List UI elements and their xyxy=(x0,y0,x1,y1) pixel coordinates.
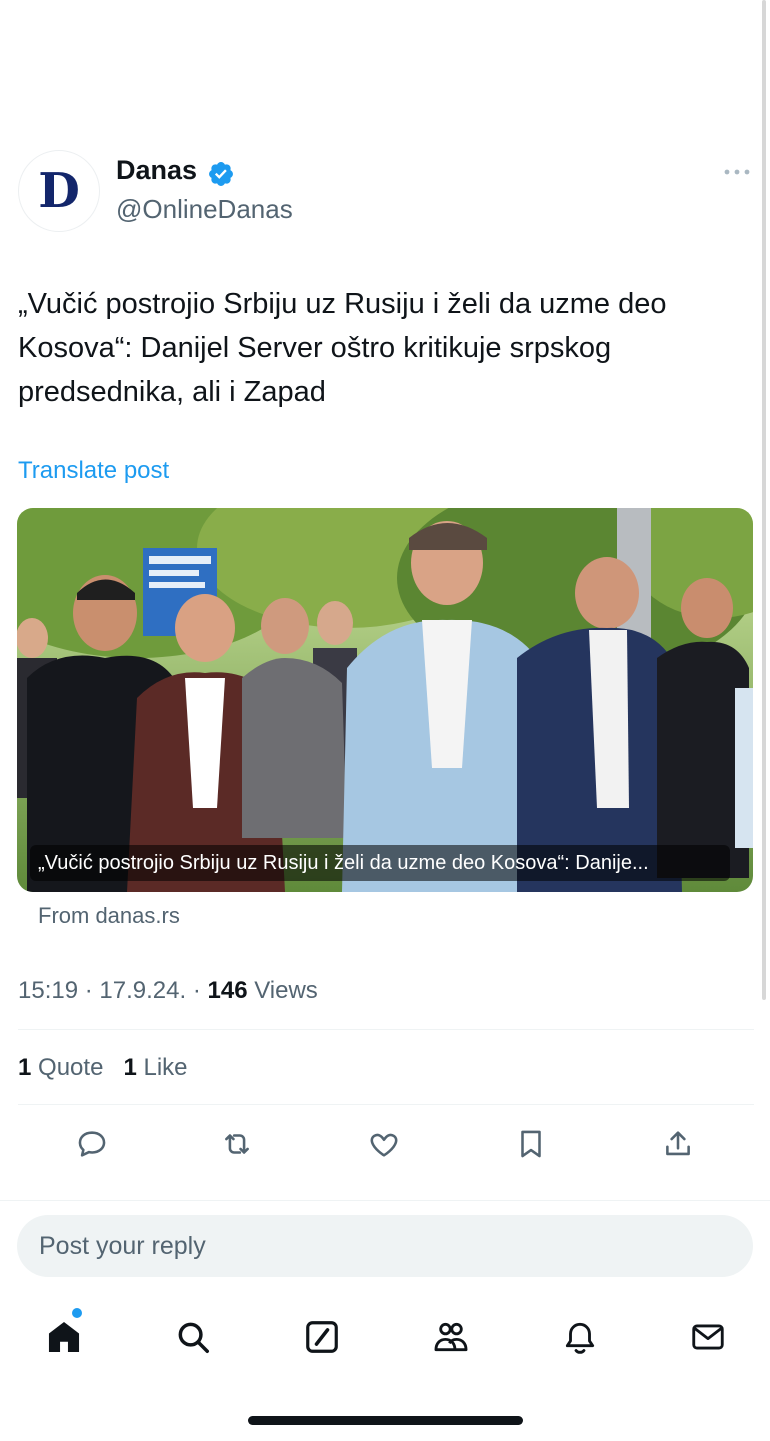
home-indicator[interactable] xyxy=(248,1416,523,1425)
meta-separator: · xyxy=(192,977,208,1004)
nav-grok[interactable] xyxy=(300,1315,344,1359)
reply-button[interactable] xyxy=(72,1124,112,1164)
views-count: 146 xyxy=(207,977,248,1004)
divider xyxy=(18,1104,754,1105)
tweet-date[interactable]: 17.9.24. xyxy=(99,977,186,1004)
messages-icon xyxy=(692,1324,724,1350)
tweet-meta: 15:19 · 17.9.24. · 146 Views xyxy=(18,977,318,1005)
nav-notifications[interactable] xyxy=(558,1315,602,1359)
nav-messages[interactable] xyxy=(686,1315,730,1359)
like-icon xyxy=(370,1133,398,1157)
nav-communities[interactable] xyxy=(429,1315,473,1359)
bookmark-button[interactable] xyxy=(511,1124,551,1164)
engagement-stats: 1 Quote 1 Like xyxy=(18,1054,188,1082)
notifications-icon xyxy=(565,1322,595,1354)
meta-separator: · xyxy=(84,977,100,1004)
link-card-caption: „Vučić postrojio Srbiju uz Rusiju i želi… xyxy=(30,845,730,881)
like-count: 1 xyxy=(123,1054,137,1081)
tweet-text: „Vučić postrojio Srbiju uz Rusiju i želi… xyxy=(18,288,667,408)
repost-button[interactable] xyxy=(217,1124,257,1164)
views-label: Views xyxy=(254,977,318,1004)
nav-search[interactable] xyxy=(171,1315,215,1359)
share-button[interactable] xyxy=(658,1124,698,1164)
display-name[interactable]: Danas xyxy=(116,155,197,186)
like-label: Like xyxy=(143,1054,188,1081)
reply-icon xyxy=(78,1131,106,1157)
handle[interactable]: @OnlineDanas xyxy=(116,194,293,225)
avatar-logo: D xyxy=(38,163,80,219)
grok-icon xyxy=(306,1321,338,1353)
translate-post-link[interactable]: Translate post xyxy=(18,457,169,485)
more-options-icon[interactable] xyxy=(722,160,752,184)
notification-dot xyxy=(72,1308,82,1318)
bookmark-icon xyxy=(521,1130,541,1158)
home-icon xyxy=(48,1321,80,1353)
scrollbar[interactable] xyxy=(762,0,766,1000)
avatar[interactable]: D xyxy=(18,150,100,232)
divider xyxy=(18,1029,754,1030)
nav-home[interactable] xyxy=(42,1315,86,1359)
share-icon xyxy=(666,1131,690,1156)
reply-input[interactable]: Post your reply xyxy=(17,1215,753,1277)
likes-stat[interactable]: 1 Like xyxy=(123,1054,187,1081)
link-card[interactable] xyxy=(17,508,753,892)
quote-count: 1 xyxy=(18,1054,32,1081)
divider xyxy=(0,1200,770,1201)
search-icon xyxy=(178,1322,209,1353)
repost-icon xyxy=(225,1134,249,1154)
link-card-image xyxy=(17,508,753,892)
like-button[interactable] xyxy=(364,1124,404,1164)
verified-badge-icon xyxy=(207,160,235,188)
tweet-time[interactable]: 15:19 xyxy=(18,977,78,1004)
quotes-stat[interactable]: 1 Quote xyxy=(18,1054,103,1081)
communities-icon xyxy=(434,1322,468,1352)
quote-label: Quote xyxy=(38,1054,104,1081)
link-card-source[interactable]: From danas.rs xyxy=(38,903,180,929)
